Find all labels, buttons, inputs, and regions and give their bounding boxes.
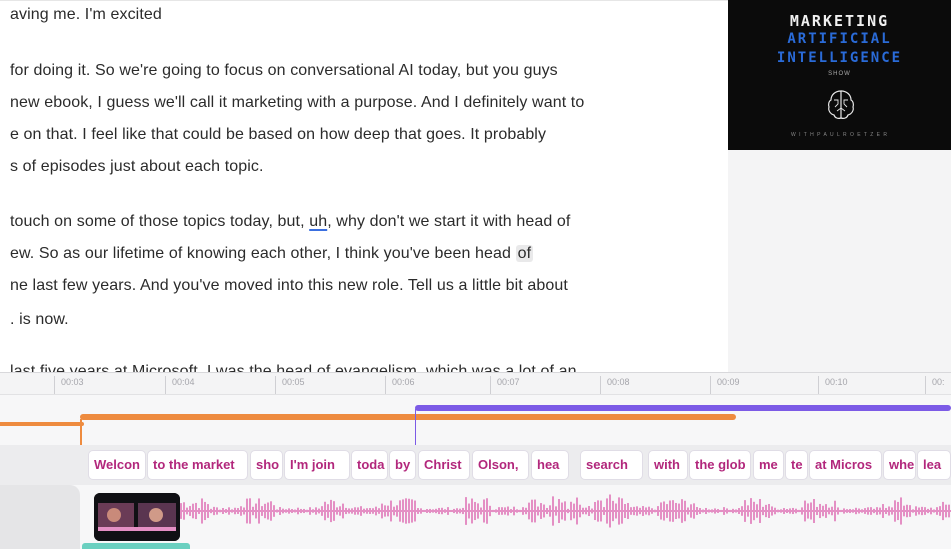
word-chip[interactable]: with [648,450,688,480]
ruler-tick: 00:07 [490,376,520,394]
cover-footer: W I T H P A U L R O E T Z E R [791,132,888,138]
ruler-tick: 00:03 [54,376,84,394]
time-ruler[interactable]: 00:03 00:04 00:05 00:06 00:07 00:08 00:0… [0,373,951,395]
word-chip[interactable]: hea [531,450,569,480]
word-chip[interactable]: Olson, [472,450,529,480]
cover-title-line: INTELLIGENCE [776,50,903,66]
timeline-editor[interactable]: 00:03 00:04 00:05 00:06 00:07 00:08 00:0… [0,372,951,549]
track-gutter [0,485,80,549]
word-chip[interactable]: whe [883,450,916,480]
word-chip[interactable]: at Micros [809,450,882,480]
word-chip[interactable]: sho [250,450,283,480]
word-chip[interactable]: toda [351,450,388,480]
transcript-line[interactable]: new ebook, I guess we'll call it marketi… [10,94,584,112]
teal-clip-bar[interactable] [82,543,190,549]
audio-track[interactable] [0,485,951,549]
transcript-line[interactable]: ew. So as our lifetime of knowing each o… [10,245,534,263]
word-chip[interactable]: te [785,450,808,480]
word-chip[interactable]: lea [917,450,951,480]
cover-title-line: ARTIFICIAL [787,31,892,47]
ruler-tick: 00:06 [385,376,415,394]
purple-scene-bar[interactable] [415,405,951,411]
transcript-text: touch on some of those topics today, but… [10,213,310,230]
ruler-tick: 00:09 [710,376,740,394]
word-chip[interactable]: me [753,450,784,480]
highlighted-word[interactable]: of [515,245,534,262]
video-clip-thumbnail[interactable] [94,493,180,541]
word-track[interactable]: Welcon to the market sho I'm join toda b… [0,445,951,485]
word-chip[interactable]: by [389,450,416,480]
brain-icon [828,90,854,119]
ruler-tick: 00:10 [818,376,848,394]
transcript-text: ew. So as our lifetime of knowing each o… [10,245,516,262]
filler-word-uh[interactable]: uh [309,213,327,230]
transcript-line[interactable]: aving me. I'm excited [10,6,162,24]
word-chip[interactable]: the glob [689,450,751,480]
podcast-cover-art: MARKETING ARTIFICIAL INTELLIGENCE SHOW W… [728,0,951,150]
orange-scene-bar[interactable] [80,414,736,420]
video-preview-panel: MARKETING ARTIFICIAL INTELLIGENCE SHOW W… [728,0,951,372]
ruler-tick: 00:08 [600,376,630,394]
audio-waveform[interactable] [180,485,951,549]
word-chip[interactable]: to the market [147,450,248,480]
word-chip[interactable]: Christ [418,450,470,480]
cover-title-line: MARKETING [789,12,890,30]
orange-scene-bar-left[interactable] [0,422,84,426]
speaker-thumbnail-image [94,493,180,541]
cover-subtitle: SHOW [828,71,851,77]
word-chip[interactable]: search [580,450,643,480]
transcript-line[interactable]: e on that. I feel like that could be bas… [10,126,546,144]
ruler-tick: 00: [925,376,945,394]
transcript-editor[interactable]: aving me. I'm excited for doing it. So w… [0,0,728,372]
transcript-line[interactable]: touch on some of those topics today, but… [10,213,570,231]
word-chip[interactable]: Welcon [88,450,146,480]
ruler-tick: 00:04 [165,376,195,394]
transcript-line[interactable]: ne last few years. And you've moved into… [10,277,568,295]
transcript-line[interactable]: for doing it. So we're going to focus on… [10,62,558,80]
transcript-text: , why don't we start it with head of [327,213,571,230]
transcript-line[interactable]: last five years at Microsoft, I was the … [10,363,577,372]
transcript-line[interactable]: s of episodes just about each topic. [10,158,264,176]
word-chip[interactable]: I'm join [284,450,350,480]
ruler-tick: 00:05 [275,376,305,394]
transcript-line[interactable]: . is now. [10,311,69,329]
